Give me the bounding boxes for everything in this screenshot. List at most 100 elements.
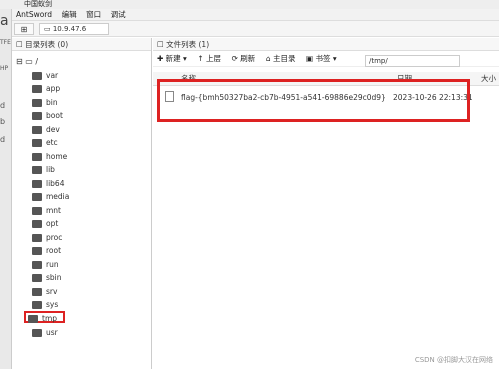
arrow-up-icon: ↑ xyxy=(197,54,207,63)
tree-item-label: dev xyxy=(46,125,60,134)
home-button[interactable]: ⌂ 主目录 xyxy=(266,51,296,67)
file-panel-header: ☐ 文件列表 (1) xyxy=(153,38,499,51)
tree-item-etc[interactable]: etc xyxy=(32,137,58,149)
new-button[interactable]: ✚ 新建 ▾ xyxy=(157,51,187,67)
tree-item-lib64[interactable]: lib64 xyxy=(32,178,64,190)
path-input[interactable]: /tmp/ xyxy=(365,55,460,67)
plus-icon: ✚ xyxy=(157,54,166,63)
window-title: 中国蚁剑 xyxy=(24,0,52,8)
file-icon xyxy=(165,91,174,102)
folder-icon: ☐ xyxy=(16,40,26,49)
column-name[interactable]: 名称 xyxy=(181,72,196,86)
tree-item-proc[interactable]: proc xyxy=(32,232,62,244)
folder-icon xyxy=(32,288,42,296)
edge-fragment: HP xyxy=(0,65,9,72)
folder-icon xyxy=(32,247,42,255)
tree-item-label: media xyxy=(46,192,70,201)
folder-icon xyxy=(28,315,38,323)
app-window: 中国蚁剑 a TFE HP d b d AntSword 编辑 窗口 调试 ⊞ … xyxy=(0,0,499,369)
bookmark-button[interactable]: ▣ 书签 ▾ xyxy=(306,51,337,67)
tree-item-app[interactable]: app xyxy=(32,83,60,95)
tree-item-mnt[interactable]: mnt xyxy=(32,205,61,217)
tree-item-label: lib xyxy=(46,165,55,174)
menu-edit[interactable]: 编辑 xyxy=(62,9,77,21)
tree-root-label: / xyxy=(35,57,39,66)
folder-icon xyxy=(32,153,42,161)
tree-item-label: srv xyxy=(46,287,58,296)
grid-tab[interactable]: ⊞ xyxy=(14,23,34,35)
edge-fragment: d xyxy=(0,101,6,110)
tree-item-label: opt xyxy=(46,219,59,228)
tree-item-label: usr xyxy=(46,328,58,337)
tree-root[interactable]: ⊟ ▭ / xyxy=(16,56,38,68)
directory-panel-header: ☐ 目录列表 (0) xyxy=(12,38,151,51)
folder-icon xyxy=(32,180,42,188)
tree-item-label: run xyxy=(46,260,59,269)
tree-item-sbin[interactable]: sbin xyxy=(32,272,62,284)
file-table-header: 名称 日期 大小 xyxy=(153,72,499,86)
tree-item-label: sys xyxy=(46,300,59,309)
column-size[interactable]: 大小 xyxy=(481,72,496,86)
home-icon: ⌂ xyxy=(265,54,273,63)
refresh-icon: ⟳ xyxy=(231,54,241,63)
directory-title: 目录列表 (0) xyxy=(25,40,69,49)
folder-icon xyxy=(32,220,42,228)
file-row[interactable]: flag-{bmh50327ba2-cb7b-4951-a541-69886e2… xyxy=(153,88,499,108)
up-button[interactable]: ↑ 上层 xyxy=(197,51,221,67)
column-date[interactable]: 日期 xyxy=(397,72,412,86)
tree-item-label: etc xyxy=(46,138,58,147)
edge-fragment: TFE xyxy=(0,39,11,46)
menu-debug[interactable]: 调试 xyxy=(111,9,126,21)
tree-item-label: mnt xyxy=(46,206,61,215)
tree-item-label: bin xyxy=(46,98,58,107)
folder-icon xyxy=(32,166,42,174)
tree-item-srv[interactable]: srv xyxy=(32,286,57,298)
folder-icon xyxy=(32,234,42,242)
tree-item-label: boot xyxy=(46,111,63,120)
refresh-button[interactable]: ⟳ 刷新 xyxy=(232,51,256,67)
folder-icon xyxy=(32,274,42,282)
tree-item-boot[interactable]: boot xyxy=(32,110,63,122)
edge-fragment: d xyxy=(0,135,6,144)
tree-item-var[interactable]: var xyxy=(32,70,58,82)
folder-icon xyxy=(32,112,42,120)
folder-icon xyxy=(32,99,42,107)
folder-icon xyxy=(32,193,42,201)
menu-bar: AntSword 编辑 窗口 调试 xyxy=(12,9,499,21)
tree-item-lib[interactable]: lib xyxy=(32,164,55,176)
menu-antsword[interactable]: AntSword xyxy=(16,9,52,21)
edge-fragment: a xyxy=(0,13,9,29)
menu-window[interactable]: 窗口 xyxy=(86,9,101,21)
tree-item-label: proc xyxy=(46,233,63,242)
collapse-icon[interactable]: ⊟ xyxy=(16,57,25,66)
tree-item-label: home xyxy=(46,152,68,161)
folder-icon xyxy=(32,207,42,215)
folder-icon xyxy=(32,72,42,80)
tree-item-label: tmp xyxy=(42,314,58,323)
tree-item-bin[interactable]: bin xyxy=(32,97,58,109)
tab-host[interactable]: ▭ 10.9.47.6 xyxy=(39,23,109,35)
tree-item-root[interactable]: root xyxy=(32,245,61,257)
file-date: 2023-10-26 22:13:31 xyxy=(393,93,473,102)
tree-item-media[interactable]: media xyxy=(32,191,69,203)
folder-icon xyxy=(32,329,42,337)
file-icon: ☐ xyxy=(157,40,167,49)
tree-item-opt[interactable]: opt xyxy=(32,218,58,230)
tree-item-usr[interactable]: usr xyxy=(32,327,58,339)
folder-icon xyxy=(32,301,42,309)
tree-item-tmp[interactable]: tmp xyxy=(24,311,66,323)
tab-host-label: 10.9.47.6 xyxy=(52,25,87,33)
tree-item-label: var xyxy=(46,71,59,80)
tree-item-label: app xyxy=(46,84,61,93)
tree-item-dev[interactable]: dev xyxy=(32,124,60,136)
folder-icon xyxy=(32,139,42,147)
tree-item-label: lib64 xyxy=(46,179,65,188)
tree-item-run[interactable]: run xyxy=(32,259,59,271)
file-panel: ☐ 文件列表 (1) ✚ 新建 ▾ ↑ 上层 ⟳ 刷新 ⌂ 主目录 ▣ 书签 ▾… xyxy=(153,38,499,369)
directory-panel: ☐ 目录列表 (0) ⊟ ▭ / var app bin boot dev et… xyxy=(12,38,152,369)
file-list-title: 文件列表 (1) xyxy=(166,40,210,49)
tree-item-sys[interactable]: sys xyxy=(32,299,58,311)
tab-bar: ⊞ ▭ 10.9.47.6 xyxy=(12,21,499,37)
tree-item-home[interactable]: home xyxy=(32,151,67,163)
watermark: CSDN @扣脚大汉在网络 xyxy=(414,356,493,364)
